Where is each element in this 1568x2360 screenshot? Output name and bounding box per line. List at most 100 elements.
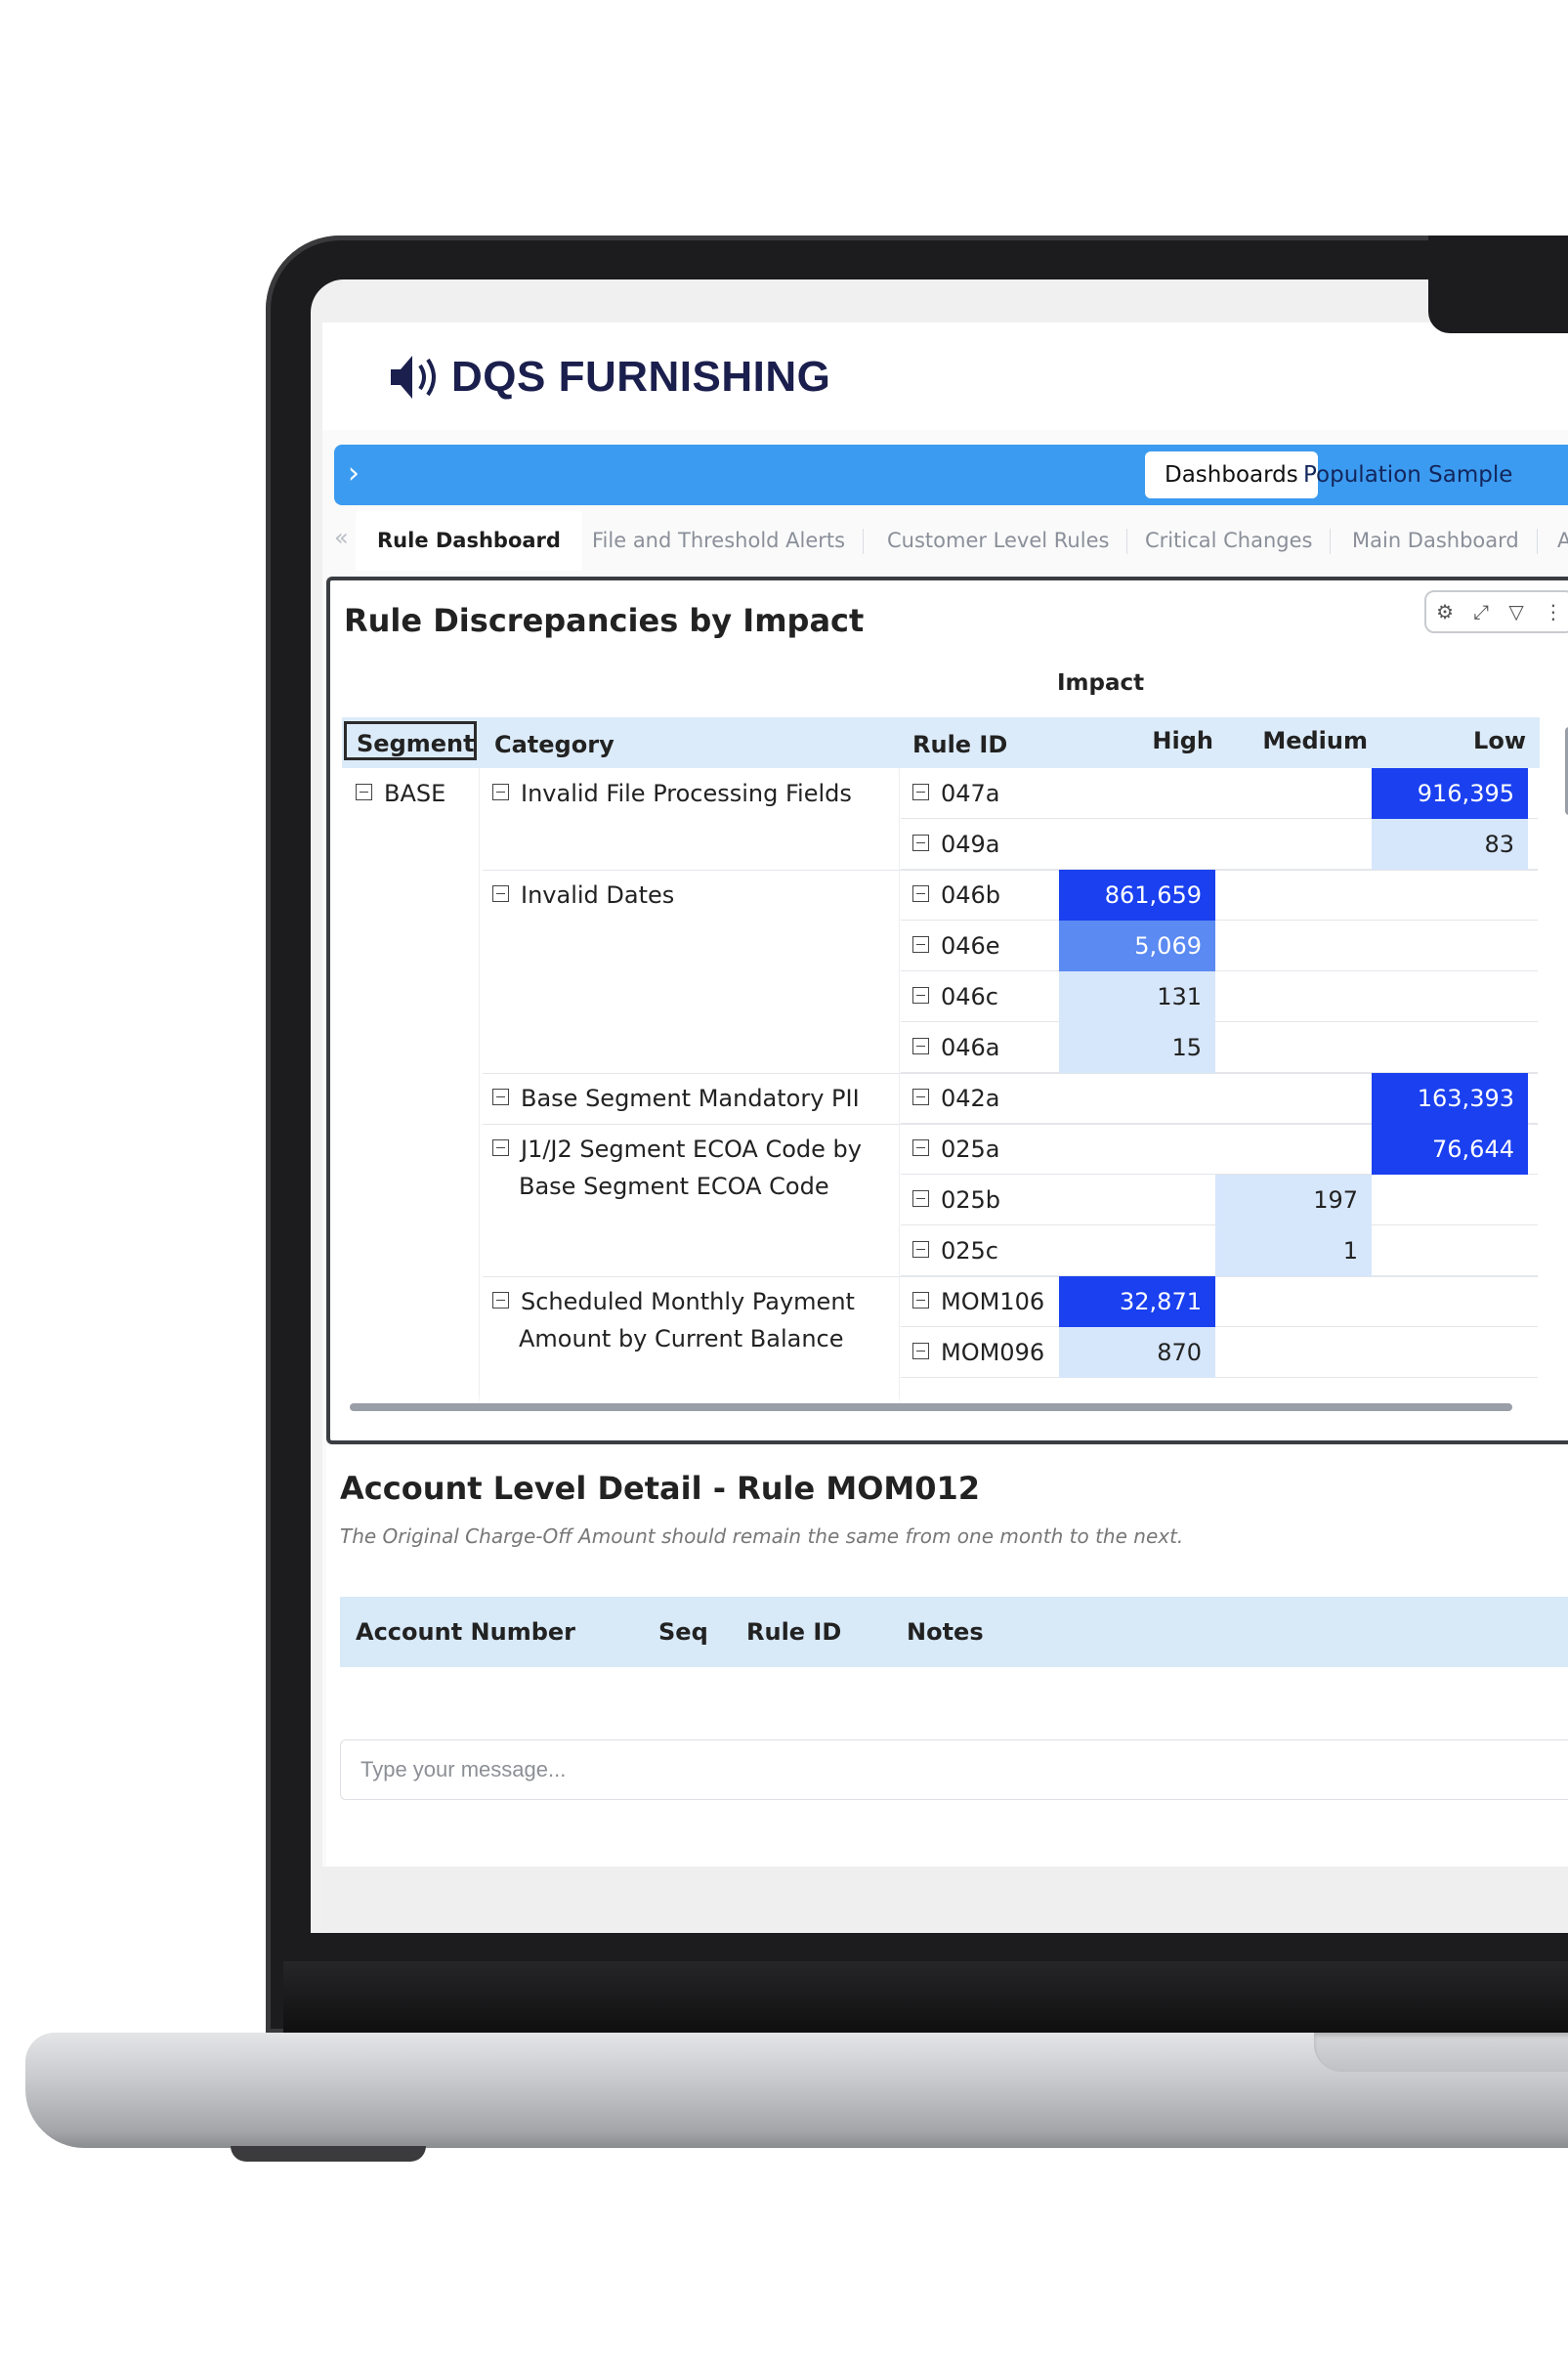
tab-main-dashboard[interactable]: Main Dashboard (1352, 510, 1538, 571)
impact-low-cell[interactable]: 83 (1372, 819, 1528, 870)
impact-high-cell[interactable]: 32,871 (1059, 1276, 1215, 1327)
collapse-icon[interactable] (912, 1190, 929, 1207)
impact-medium-cell[interactable]: 1 (1215, 1225, 1372, 1276)
rule-id-row[interactable]: 025a (912, 1136, 1000, 1163)
pin-icon[interactable]: ⚙ (1436, 600, 1454, 623)
rule-id-row[interactable]: 046e (912, 932, 1000, 960)
rule-id-row[interactable]: 025c (912, 1237, 998, 1265)
category-item[interactable]: Scheduled Monthly Payment (492, 1288, 855, 1315)
collapse-icon[interactable] (912, 1139, 929, 1156)
tab-population-sample[interactable]: Population Sample (1284, 451, 1532, 498)
low-header[interactable]: Low (1383, 717, 1526, 768)
notes-header[interactable]: Notes (907, 1597, 984, 1667)
tab-label: Critical Changes (1145, 529, 1313, 552)
impact-high-cell[interactable]: 861,659 (1059, 870, 1215, 921)
category-item[interactable]: Invalid Dates (492, 881, 674, 909)
category-label-line2: Amount by Current Balance (519, 1325, 844, 1352)
account-number-header[interactable]: Account Number (356, 1597, 575, 1667)
collapse-icon[interactable] (356, 784, 372, 800)
category-label-line2: Base Segment ECOA Code (519, 1173, 829, 1200)
collapse-icon[interactable] (912, 1343, 929, 1359)
rule-id-label: 046e (941, 932, 1000, 960)
tab-overflow[interactable]: A (1557, 510, 1568, 571)
tab-customer-level-rules[interactable]: Customer Level Rules (887, 510, 1128, 571)
rule-id-row[interactable]: 046c (912, 983, 998, 1010)
impact-high-cell[interactable]: 870 (1059, 1327, 1215, 1378)
message-input[interactable] (341, 1740, 1535, 1799)
collapse-icon[interactable] (912, 936, 929, 953)
tab-rule-dashboard[interactable]: Rule Dashboard (356, 510, 582, 571)
segment-base[interactable]: BASE (356, 780, 445, 807)
collapse-icon[interactable] (912, 1089, 929, 1105)
filter-icon[interactable]: ▽ (1508, 600, 1523, 623)
rule-id-row[interactable]: 025b (912, 1186, 1000, 1214)
high-header[interactable]: High (1071, 717, 1213, 768)
top-navigation-bar: › Dashboards Population Sample (334, 445, 1568, 505)
camera-notch (1428, 236, 1568, 333)
collapse-icon[interactable] (912, 784, 929, 800)
segment-header[interactable]: Segment (344, 721, 477, 760)
collapse-icon[interactable] (912, 1292, 929, 1309)
category-header[interactable]: Category (494, 717, 614, 768)
collapse-icon[interactable] (492, 1089, 509, 1105)
more-icon[interactable]: ⋮ (1544, 600, 1563, 623)
category-label: Invalid File Processing Fields (521, 780, 852, 807)
collapse-icon[interactable] (492, 885, 509, 902)
rule-id-row[interactable]: 049a (912, 831, 1000, 858)
collapse-icon[interactable] (492, 784, 509, 800)
rule-id-row[interactable]: 042a (912, 1085, 1000, 1112)
collapse-icon[interactable] (912, 1241, 929, 1258)
impact-high-cell[interactable]: 5,069 (1059, 921, 1215, 971)
rule-id-label: 046a (941, 1034, 1000, 1061)
rule-id-label: MOM106 (941, 1288, 1045, 1315)
category-label: Invalid Dates (521, 881, 675, 909)
impact-medium-cell[interactable]: 197 (1215, 1175, 1372, 1225)
impact-high-cell[interactable]: 131 (1059, 971, 1215, 1022)
collapse-icon[interactable] (912, 1038, 929, 1054)
category-item[interactable]: J1/J2 Segment ECOA Code by (492, 1136, 862, 1163)
visual-toolbar: ⚙ ⤢ ▽ ⋮ (1424, 590, 1568, 633)
chevron-right-icon[interactable]: › (348, 456, 360, 492)
rule-id-row[interactable]: 046a (912, 1034, 1000, 1061)
laptop-hinge (283, 1961, 1568, 2036)
collapse-icon[interactable] (492, 1139, 509, 1156)
category-label: Scheduled Monthly Payment (521, 1288, 855, 1315)
rule-id-label: 046c (941, 983, 999, 1010)
collapse-icon[interactable] (912, 885, 929, 902)
segment-label: BASE (384, 780, 446, 807)
page-tabs: « Rule Dashboard File and Threshold Aler… (322, 510, 1568, 571)
collapse-icon[interactable] (492, 1292, 509, 1309)
double-chevron-left-icon[interactable]: « (334, 524, 349, 551)
rule-id-header[interactable]: Rule ID (746, 1597, 841, 1667)
expand-icon[interactable]: ⤢ (1473, 600, 1489, 623)
app-header: DQS FURNISHING (322, 322, 1568, 430)
impact-low-cell[interactable]: 916,395 (1372, 768, 1528, 819)
impact-low-cell[interactable]: 76,644 (1372, 1124, 1528, 1175)
horizontal-scrollbar[interactable] (350, 1403, 1512, 1411)
category-label: J1/J2 Segment ECOA Code by (521, 1136, 862, 1163)
impact-low-cell[interactable]: 163,393 (1372, 1073, 1528, 1124)
rule-id-label: 049a (941, 831, 1000, 858)
dashboard-app: DQS FURNISHING › Dashboards Population S… (322, 322, 1568, 1933)
category-item[interactable]: Invalid File Processing Fields (492, 780, 852, 807)
speaker-waves-logo-icon (391, 356, 436, 399)
rule-id-label: MOM096 (941, 1339, 1045, 1366)
impact-high-cell[interactable]: 15 (1059, 1022, 1215, 1073)
rule-id-row[interactable]: MOM106 (912, 1288, 1044, 1315)
tab-file-threshold-alerts[interactable]: File and Threshold Alerts (592, 510, 865, 571)
account-detail-panel: Account Level Detail - Rule MOM012 The O… (326, 1446, 1568, 1867)
collapse-icon[interactable] (912, 835, 929, 851)
tab-critical-changes[interactable]: Critical Changes (1145, 510, 1332, 571)
rule-id-row[interactable]: 047a (912, 780, 1000, 807)
seq-header[interactable]: Seq (658, 1597, 708, 1667)
collapse-icon[interactable] (912, 987, 929, 1004)
category-item[interactable]: Base Segment Mandatory PII (492, 1085, 860, 1112)
rule-id-row[interactable]: MOM096 (912, 1339, 1044, 1366)
rule-id-header[interactable]: Rule ID (912, 717, 1007, 768)
medium-header[interactable]: Medium (1227, 717, 1368, 768)
laptop-foot (231, 2146, 426, 2162)
rule-id-row[interactable]: 046b (912, 881, 1000, 909)
chat-input-box[interactable] (340, 1739, 1568, 1800)
rule-id-label: 042a (941, 1085, 1000, 1112)
rule-discrepancies-panel[interactable]: Rule Discrepancies by Impact ⚙ ⤢ ▽ ⋮ Imp… (326, 577, 1568, 1444)
